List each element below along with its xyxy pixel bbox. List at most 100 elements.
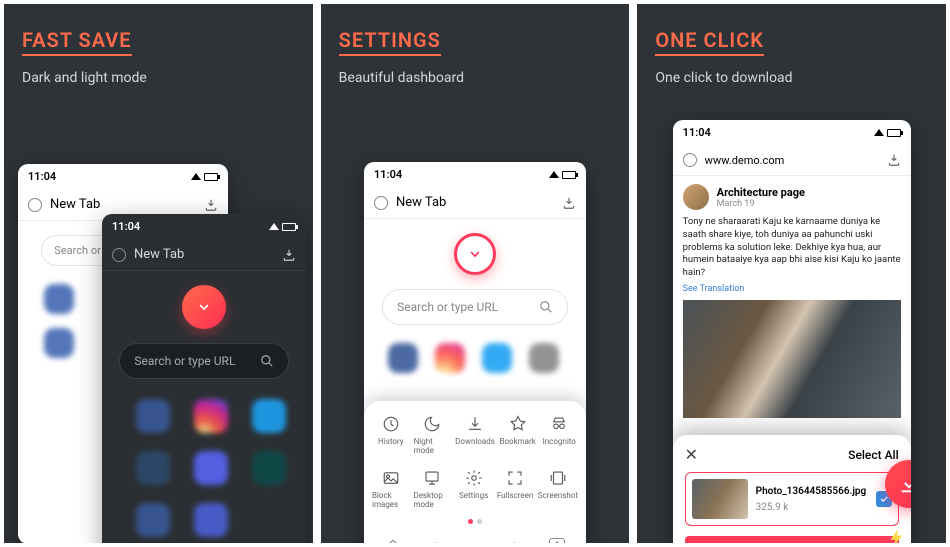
dashboard-item-nightmode[interactable]: Night mode (414, 411, 452, 459)
download-icon (898, 473, 911, 495)
app-icon[interactable] (136, 503, 170, 537)
nav-menu[interactable] (454, 538, 495, 543)
status-bar: 11:04 (364, 162, 586, 187)
status-icons (269, 223, 296, 231)
app-icon[interactable] (44, 328, 74, 358)
phone-settings: 11:04 New Tab Search or type URL (364, 162, 586, 543)
panel-one-click: ONE CLICK One click to download 11:04 ww… (637, 4, 946, 543)
app-icon[interactable] (136, 399, 170, 433)
app-icon[interactable] (194, 451, 228, 485)
tab-label: New Tab (396, 195, 554, 210)
phone-dark: 11:04 New Tab Search or type URL (102, 214, 306, 543)
download-icon[interactable] (887, 153, 901, 167)
app-icon[interactable] (482, 343, 512, 373)
app-grid (112, 393, 296, 543)
panel-settings: SETTINGS Beautiful dashboard 11:04 New T… (321, 4, 630, 543)
status-icons (549, 171, 576, 179)
dash-label: Desktop mode (413, 491, 450, 509)
status-time: 11:04 (112, 220, 140, 233)
app-logo-icon (182, 285, 226, 329)
search-placeholder: Search or type URL (134, 354, 235, 368)
globe-icon (374, 196, 388, 210)
tab-label: New Tab (134, 247, 274, 262)
file-item[interactable]: Photo_13644585566.jpg 325.9 k (685, 472, 899, 526)
search-input[interactable]: Search or type URL (382, 289, 568, 325)
app-icon[interactable] (44, 284, 74, 314)
dashboard-item-fullscreen[interactable]: Fullscreen (496, 465, 533, 513)
bolt-icon (887, 528, 907, 543)
search-placeholder: Search or t (54, 244, 107, 257)
status-time: 11:04 (374, 168, 402, 181)
search-placeholder: Search or type URL (397, 300, 498, 314)
app-icon[interactable] (435, 343, 465, 373)
app-grid (374, 339, 576, 377)
status-icons (191, 173, 218, 181)
dash-label: Night mode (414, 437, 452, 455)
download-icon[interactable] (282, 248, 296, 262)
dashboard-item-desktopmode[interactable]: Desktop mode (413, 465, 450, 513)
tab-label: New Tab (50, 197, 196, 212)
app-icon[interactable] (529, 343, 559, 373)
bottom-nav: 1 (372, 532, 578, 543)
status-bar: 11:04 (673, 120, 911, 145)
file-name: Photo_13644585566.jpg (756, 486, 868, 498)
dashboard-item-screenshot[interactable]: Screenshot (538, 465, 578, 513)
download-icon[interactable] (562, 196, 576, 210)
app-icon[interactable] (252, 451, 286, 485)
phone-download: 11:04 www.demo.com Architecture page Mar… (673, 120, 911, 543)
see-translation-link[interactable]: See Translation (683, 284, 901, 294)
panel-fast-save: FAST SAVE Dark and light mode 11:04 New … (4, 4, 313, 543)
app-icon[interactable] (388, 343, 418, 373)
post-user[interactable]: Architecture page (717, 186, 805, 199)
panel-subtitle: Beautiful dashboard (339, 70, 612, 86)
dash-label: Settings (459, 491, 488, 500)
address-bar[interactable]: www.demo.com (673, 145, 911, 176)
social-post: Architecture page March 19 Tony ne shara… (673, 176, 911, 426)
dashboard-item-blockimages[interactable]: Block images (372, 465, 409, 513)
status-bar: 11:04 (18, 164, 228, 189)
globe-icon (112, 248, 126, 262)
nav-back[interactable] (413, 538, 454, 543)
panel-title: FAST SAVE (22, 28, 132, 56)
file-thumbnail (692, 479, 748, 519)
dash-label: Block images (372, 491, 409, 509)
download-icon[interactable] (204, 198, 218, 212)
post-image[interactable] (683, 300, 901, 418)
search-input[interactable]: Search or type URL (119, 343, 288, 379)
app-icon[interactable] (136, 451, 170, 485)
select-all-link[interactable]: Select All (848, 448, 899, 462)
dash-label: Incognito (543, 437, 576, 446)
dashboard-item-history[interactable]: History (372, 411, 410, 459)
app-icon[interactable] (252, 399, 286, 433)
panel-title: ONE CLICK (655, 28, 764, 56)
nav-forward[interactable] (496, 538, 537, 543)
search-icon (539, 300, 553, 314)
file-size: 325.9 k (756, 502, 868, 513)
panel-title: SETTINGS (339, 28, 441, 56)
dashboard-item-downloads[interactable]: Downloads (455, 411, 495, 459)
panel-subtitle: Dark and light mode (22, 70, 295, 86)
close-icon[interactable]: ✕ (685, 445, 698, 464)
dash-label: Fullscreen (497, 491, 534, 500)
address-bar[interactable]: New Tab (364, 187, 586, 219)
nav-home[interactable] (372, 538, 413, 543)
panel-subtitle: One click to download (655, 70, 928, 86)
post-date: March 19 (717, 199, 805, 209)
dashboard-item-settings[interactable]: Settings (455, 465, 492, 513)
app-icon[interactable] (194, 399, 228, 433)
page-dots (372, 519, 578, 524)
dash-label: Downloads (455, 437, 495, 446)
url-text: www.demo.com (705, 154, 879, 167)
globe-icon (683, 153, 697, 167)
status-bar: 11:04 (102, 214, 306, 239)
download-sheet: ✕ Select All Photo_13644585566.jpg 325.9… (673, 435, 911, 543)
dashboard-item-bookmark[interactable]: Bookmark (499, 411, 537, 459)
address-bar[interactable]: New Tab (102, 239, 306, 271)
fast-download-button[interactable]: FAST DOWNLOAD (685, 536, 899, 543)
app-icon[interactable] (194, 503, 228, 537)
dash-label: History (378, 437, 403, 446)
dashboard-item-incognito[interactable]: Incognito (540, 411, 578, 459)
avatar[interactable] (683, 184, 709, 210)
post-text: Tony ne sharaarati Kaju ke karnaame duni… (683, 216, 901, 280)
nav-tabs[interactable]: 1 (537, 538, 578, 543)
